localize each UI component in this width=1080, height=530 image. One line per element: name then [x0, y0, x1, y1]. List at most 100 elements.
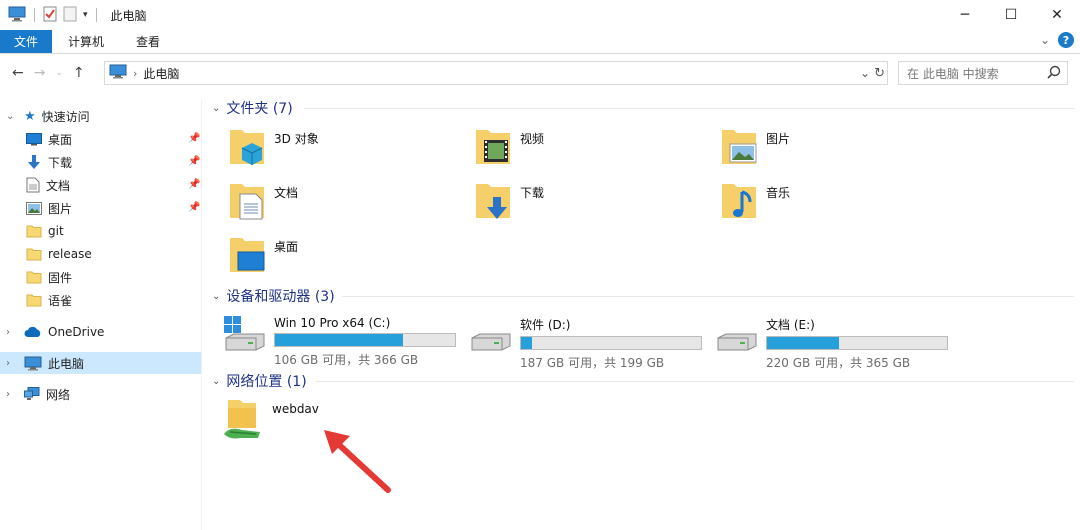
network-location-webdav[interactable]: webdav [220, 398, 319, 445]
pin-icon[interactable]: 📌 [188, 202, 200, 213]
sidebar-item-yuque[interactable]: 语雀 [26, 289, 72, 311]
breadcrumb-separator-icon[interactable]: › [133, 67, 137, 80]
expand-chevron-icon[interactable]: › [6, 327, 18, 338]
pin-icon[interactable]: 📌 [188, 156, 200, 167]
drive-free-space: 187 GB 可用，共 199 GB [520, 356, 665, 370]
address-dropdown-icon[interactable]: ⌄ [860, 66, 870, 80]
minimize-button[interactable]: ─ [942, 0, 988, 30]
drive-icon [468, 314, 514, 371]
close-button[interactable]: ✕ [1034, 0, 1080, 30]
folder-tile-videos[interactable]: 视频 [472, 126, 544, 171]
collapse-chevron-icon[interactable]: ⌄ [212, 291, 220, 302]
sidebar-item-label: 文档 [46, 178, 71, 193]
group-header-label: 网络位置 (1) [226, 374, 307, 390]
address-bar[interactable]: › 此电脑 ⌄ ↻ [104, 61, 888, 85]
expand-chevron-icon[interactable]: › [6, 389, 18, 400]
group-header-folders[interactable]: ⌄ 文件夹 (7) [212, 98, 293, 118]
navigation-pane: ⌄ ★ 快速访问 桌面 📌 下载 📌 文档 📌 图片 📌 git release… [0, 100, 202, 530]
toolbar-divider [34, 8, 35, 22]
sidebar-item-label: 网络 [46, 387, 71, 402]
up-arrow-icon[interactable]: ↑ [73, 65, 85, 81]
ribbon-right-controls: ⌄ ? [1040, 32, 1074, 48]
desktop-folder-icon [226, 234, 268, 279]
sidebar-item-label: 此电脑 [48, 356, 85, 371]
folder-tile-downloads[interactable]: 下载 [472, 180, 544, 225]
drive-tile-d[interactable]: 软件 (D:) 187 GB 可用，共 199 GB [468, 314, 702, 371]
tab-view[interactable]: 查看 [120, 30, 176, 53]
title-bar: ▾ 此电脑 ─ ☐ ✕ [0, 0, 1080, 30]
sidebar-item-downloads[interactable]: 下载 [26, 151, 72, 173]
system-drive-icon [222, 314, 268, 368]
group-header-network[interactable]: ⌄ 网络位置 (1) [212, 371, 307, 391]
search-input[interactable]: 在 此电脑 中搜索 [898, 61, 1068, 85]
folder-tile-desktop[interactable]: 桌面 [226, 234, 298, 279]
breadcrumb-item[interactable]: 此电脑 [143, 65, 179, 82]
properties-icon[interactable] [43, 6, 57, 25]
sidebar-item-onedrive[interactable]: › OneDrive [0, 321, 104, 343]
sidebar-item-pictures[interactable]: 图片 [26, 197, 72, 219]
search-placeholder: 在 此电脑 中搜索 [907, 66, 999, 81]
computer-icon[interactable] [8, 6, 26, 25]
sidebar-item-label: 桌面 [48, 132, 73, 147]
folder-icon [26, 270, 42, 284]
drive-tile-e[interactable]: 文档 (E:) 220 GB 可用，共 365 GB [714, 314, 948, 371]
pin-icon[interactable]: 📌 [188, 133, 200, 144]
customize-toolbar-icon[interactable]: ▾ [83, 10, 88, 20]
downloads-folder-icon [472, 180, 514, 225]
collapse-chevron-icon[interactable]: ⌄ [212, 103, 220, 114]
maximize-button[interactable]: ☐ [988, 0, 1034, 30]
folder-tile-3d-objects[interactable]: 3D 对象 [226, 126, 319, 171]
ribbon-tabs: 文件 计算机 查看 ⌄ ? [0, 30, 1080, 54]
drive-tile-c[interactable]: Win 10 Pro x64 (C:) 106 GB 可用，共 366 GB [222, 314, 456, 368]
sidebar-item-label: git [48, 224, 64, 238]
refresh-icon[interactable]: ↻ [874, 66, 885, 81]
folder-label: 视频 [520, 132, 545, 146]
recent-locations-icon[interactable]: ⌄ [55, 68, 63, 78]
pin-icon[interactable]: 📌 [188, 179, 200, 190]
expand-chevron-icon[interactable]: ⌄ [6, 111, 18, 122]
window-title: 此电脑 [110, 8, 147, 23]
forward-arrow-icon[interactable]: → [34, 65, 46, 81]
toolbar-divider [95, 8, 97, 22]
folder-tile-pictures[interactable]: 图片 [718, 126, 790, 171]
drive-usage-bar [766, 336, 948, 350]
group-header-devices[interactable]: ⌄ 设备和驱动器 (3) [212, 286, 335, 306]
address-controls: ⌄ ↻ [860, 62, 885, 84]
sidebar-item-documents[interactable]: 文档 [26, 174, 70, 196]
sidebar-item-release[interactable]: release [26, 243, 92, 265]
chevron-down-icon[interactable]: ⌄ [1040, 33, 1050, 47]
folder-tile-documents[interactable]: 文档 [226, 180, 298, 225]
search-icon[interactable] [1047, 65, 1061, 82]
window-controls: ─ ☐ ✕ [942, 0, 1080, 30]
sidebar-item-this-pc[interactable]: › 此电脑 [0, 352, 201, 374]
cloud-icon [24, 326, 42, 338]
sidebar-item-network[interactable]: › 网络 [0, 383, 70, 405]
folder-label: 图片 [766, 132, 791, 146]
sidebar-item-quick-access[interactable]: ⌄ ★ 快速访问 [0, 105, 90, 127]
group-divider [316, 381, 1074, 382]
collapse-chevron-icon[interactable]: ⌄ [212, 376, 220, 387]
sidebar-item-firmware[interactable]: 固件 [26, 266, 72, 288]
tab-computer[interactable]: 计算机 [52, 30, 120, 53]
sidebar-item-label: 下载 [48, 155, 73, 170]
folder-label: 文档 [274, 186, 299, 200]
back-arrow-icon[interactable]: ← [12, 65, 24, 81]
sidebar-item-git[interactable]: git [26, 220, 64, 242]
drive-usage-bar [520, 336, 702, 350]
folder-label: 音乐 [766, 186, 791, 200]
breadcrumb: › 此电脑 [109, 64, 179, 82]
tab-file[interactable]: 文件 [0, 30, 53, 53]
navigation-bar: ← → ⌄ ↑ › 此电脑 ⌄ ↻ 在 此电脑 中搜索 [0, 56, 1080, 90]
folder-tile-music[interactable]: 音乐 [718, 180, 790, 225]
new-folder-icon[interactable] [63, 6, 77, 25]
expand-chevron-icon[interactable]: › [6, 358, 18, 369]
group-header-label: 文件夹 (7) [226, 101, 293, 117]
download-icon [26, 154, 42, 170]
nav-buttons: ← → ⌄ ↑ [0, 65, 104, 81]
help-button[interactable]: ? [1058, 32, 1074, 48]
sidebar-item-label: 固件 [48, 270, 73, 285]
music-folder-icon [718, 180, 760, 225]
sidebar-item-label: 图片 [48, 201, 73, 216]
drive-icon [714, 314, 760, 371]
sidebar-item-desktop[interactable]: 桌面 [26, 128, 72, 150]
